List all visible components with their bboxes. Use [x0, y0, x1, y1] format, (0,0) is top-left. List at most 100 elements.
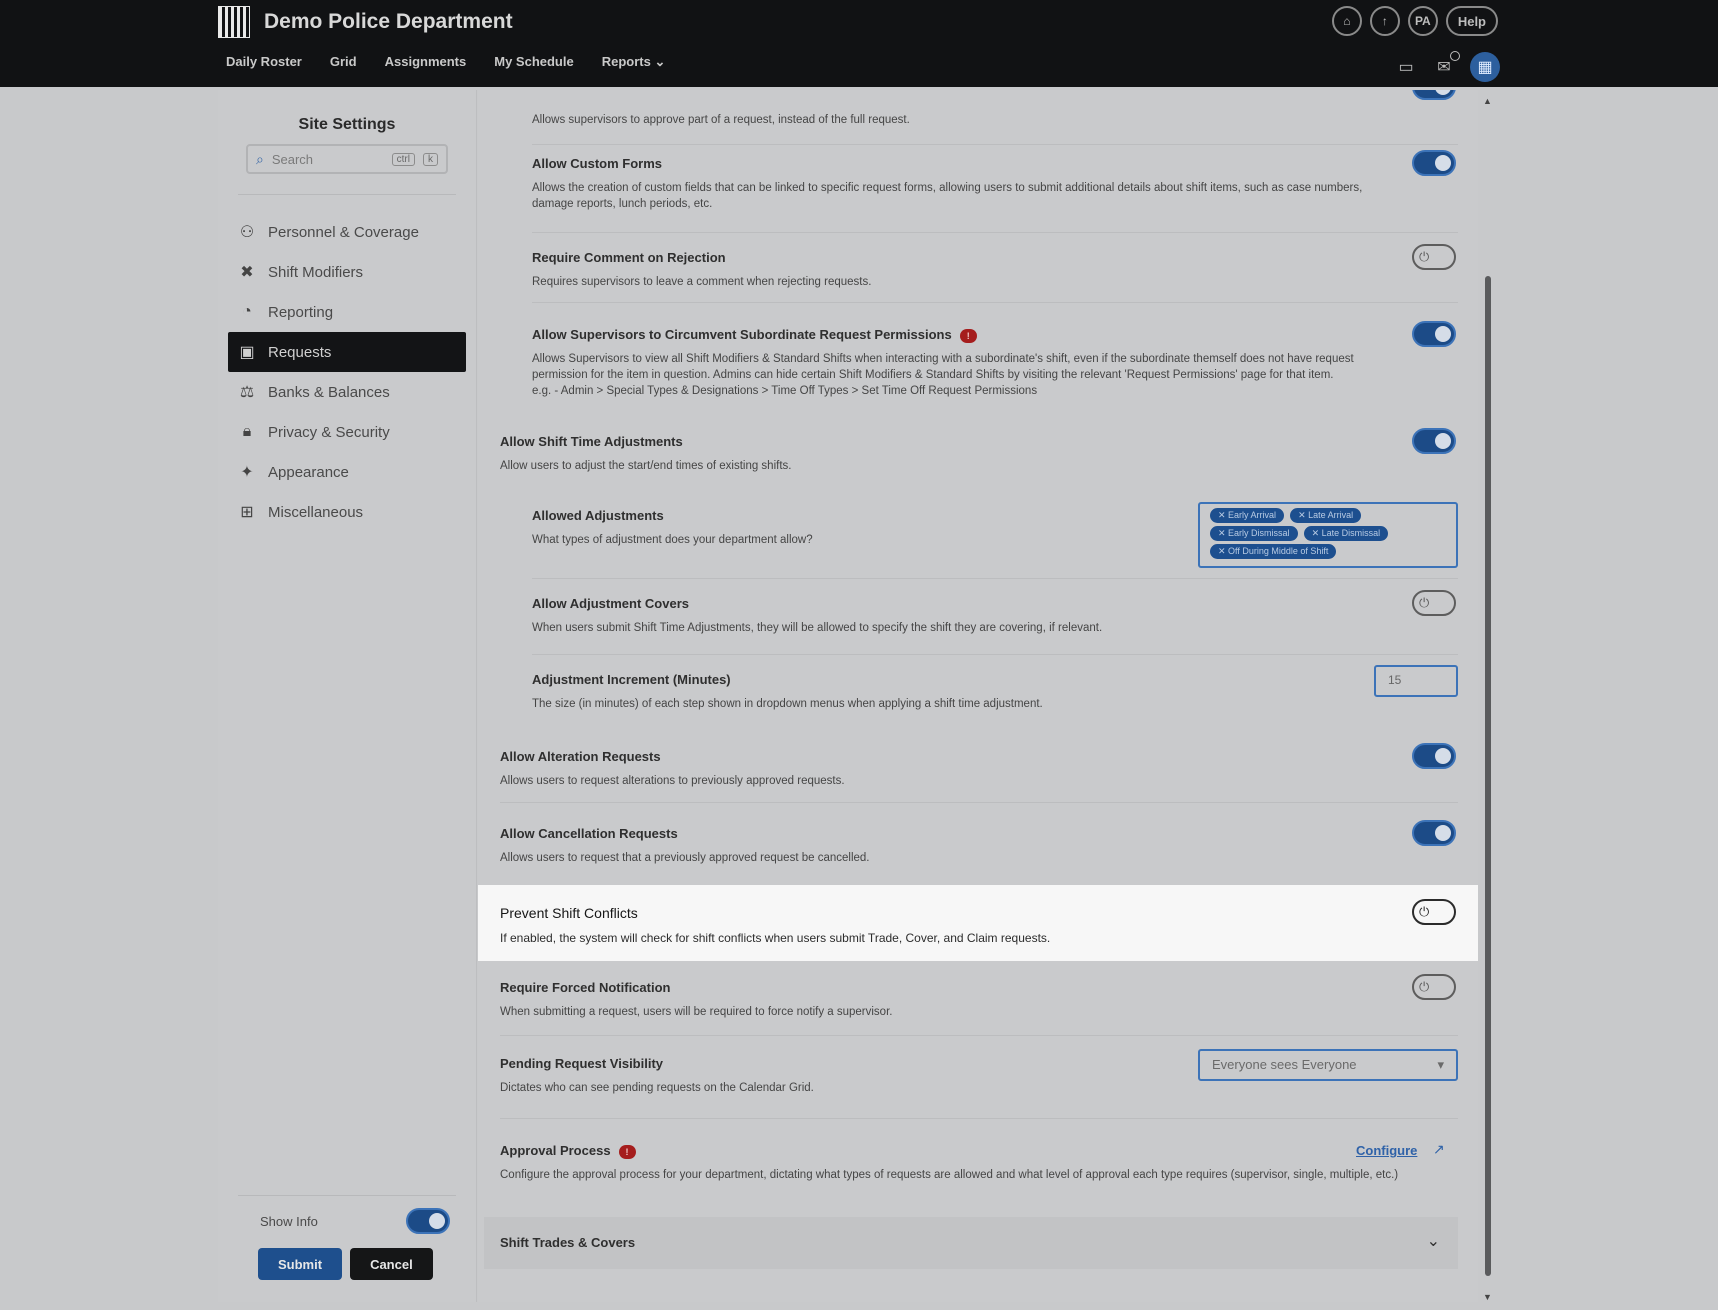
nav-my-schedule[interactable]: My Schedule [494, 54, 573, 70]
sidebar-item-banks[interactable]: ⚖ Banks & Balances [228, 372, 466, 412]
chip-early-arrival[interactable]: ✕ Early Arrival [1210, 508, 1285, 523]
sidebar-item-misc[interactable]: ⊞ Miscellaneous [228, 492, 466, 532]
scroll-down-icon[interactable]: ▼ [1483, 1292, 1492, 1302]
chip-early-dismissal[interactable]: ✕ Early Dismissal [1210, 526, 1298, 541]
pending-visibility-select[interactable]: Everyone sees Everyone ▾ [1198, 1049, 1458, 1081]
show-info-row: Show Info [260, 1208, 450, 1234]
divider [238, 1195, 456, 1196]
separator [500, 1118, 1458, 1119]
setting-desc: If enabled, the system will check for sh… [500, 931, 1051, 945]
nav-reports[interactable]: Reports ⌄ [602, 54, 666, 70]
custom-forms-toggle[interactable] [1412, 150, 1456, 176]
calendar-icon[interactable]: ▭ [1394, 55, 1418, 79]
sidebar-item-label: Requests [268, 343, 332, 361]
setting-desc: The size (in minutes) of each step shown… [532, 698, 1043, 710]
setting-desc: When submitting a request, users will be… [500, 1006, 893, 1018]
setting-title: Allow Supervisors to Circumvent Subordin… [532, 327, 977, 343]
gift-icon[interactable]: ⌂ [1331, 6, 1362, 36]
sidebar-item-label: Personnel & Coverage [268, 223, 419, 241]
nav-assignments[interactable]: Assignments [385, 54, 467, 70]
circumvent-toggle[interactable] [1412, 321, 1456, 347]
select-value: Everyone sees Everyone [1212, 1057, 1357, 1072]
help-button[interactable]: Help [1445, 6, 1498, 36]
shift-time-toggle[interactable] [1412, 428, 1456, 454]
setting-title: Allow Cancellation Requests [500, 826, 678, 841]
setting-prevent-conflicts: Prevent Shift Conflicts If enabled, the … [478, 885, 1478, 961]
lock-icon: 🔒︎ [242, 423, 252, 440]
setting-desc-example: e.g. - Admin > Special Types & Designati… [532, 385, 1038, 397]
chevron-down-icon: ⌄ [1426, 1233, 1440, 1250]
setting-desc: When users submit Shift Time Adjustments… [532, 622, 1103, 634]
configure-link[interactable]: Configure [1356, 1143, 1417, 1158]
chevron-down-icon: ⌄ [654, 54, 666, 69]
sidebar-item-privacy[interactable]: 🔒︎ Privacy & Security [228, 412, 466, 452]
forced-notification-toggle[interactable] [1412, 974, 1456, 1000]
brand[interactable]: Demo Police Department [218, 6, 513, 38]
section-shift-trades[interactable]: Shift Trades & Covers ⌄ [484, 1217, 1458, 1269]
setting-title: Allow Adjustment Covers [532, 596, 689, 611]
pie-chart-icon: ◔ [242, 303, 252, 320]
sidebar-item-label: Appearance [268, 463, 349, 481]
chip-late-arrival[interactable]: ✕ Late Arrival [1290, 508, 1362, 523]
notification-dot [1450, 51, 1460, 61]
chip-late-dismissal[interactable]: ✕ Late Dismissal [1303, 526, 1389, 541]
external-link-icon[interactable]: ↗ [1433, 1141, 1445, 1158]
sidebar-item-requests[interactable]: ▣ Requests [228, 332, 466, 372]
sidebar-item-label: Reporting [268, 303, 334, 321]
logo [218, 6, 250, 38]
alteration-toggle[interactable] [1412, 743, 1456, 769]
setting-title: Prevent Shift Conflicts [500, 905, 638, 921]
sidebar-item-label: Privacy & Security [268, 423, 390, 441]
shortcut-k: k [423, 152, 438, 166]
shapes-icon: ⊞ [240, 504, 254, 521]
scale-icon: ⚖ [239, 384, 255, 401]
sidebar-item-personnel[interactable]: ⚇ Personnel & Coverage [228, 212, 466, 252]
separator [532, 232, 1458, 233]
scrollbar[interactable]: ▲ ▼ [1482, 96, 1494, 1302]
setting-desc: Configure the approval process for your … [500, 1169, 1399, 1181]
search-input[interactable]: ⌕ Search ctrl k [246, 144, 448, 174]
scroll-up-icon[interactable]: ▲ [1483, 96, 1492, 106]
comment-rejection-toggle[interactable] [1412, 244, 1456, 270]
setting-desc: Allow users to adjust the start/end time… [500, 460, 792, 472]
prevent-conflicts-toggle[interactable] [1412, 899, 1456, 925]
increment-input[interactable]: 15 [1374, 665, 1458, 697]
chip-off-middle[interactable]: ✕ Off During Middle of Shift [1210, 544, 1337, 559]
inbox-icon: ▣ [239, 344, 255, 361]
cancellation-toggle[interactable] [1412, 820, 1456, 846]
tools-icon: ✖ [240, 264, 254, 281]
sidebar-item-reporting[interactable]: ◔ Reporting [228, 292, 466, 332]
sidebar-item-shift-modifiers[interactable]: ✖ Shift Modifiers [228, 252, 466, 292]
caret-down-icon: ▾ [1437, 1057, 1444, 1072]
upload-arrow-icon[interactable]: ↑ [1369, 6, 1400, 36]
submit-button[interactable]: Submit [258, 1248, 343, 1280]
setting-title: Pending Request Visibility [500, 1056, 664, 1071]
scrollbar-thumb[interactable] [1485, 276, 1491, 1276]
adjustments-multiselect[interactable]: ✕ Early Arrival ✕ Late Arrival ✕ Early D… [1198, 502, 1458, 568]
setting-desc: Allows Supervisors to view all Shift Mod… [532, 353, 1354, 381]
top-bar: Demo Police Department ⌂ ↑ PA Help Daily… [0, 0, 1718, 87]
shortcut-ctrl: ctrl [391, 152, 415, 166]
avatar[interactable]: PA [1407, 6, 1438, 36]
setting-desc: Allows the creation of custom fields tha… [532, 182, 1363, 210]
adjustment-covers-toggle[interactable] [1412, 590, 1456, 616]
setting-toggle[interactable] [1412, 90, 1456, 100]
sidebar-list: ⚇ Personnel & Coverage ✖ Shift Modifiers ◔… [228, 212, 466, 532]
setting-title: Allow Shift Time Adjustments [500, 434, 683, 449]
setting-desc: Allows users to request that a previousl… [500, 852, 870, 864]
section-title: Shift Trades & Covers [500, 1235, 636, 1250]
nav-daily-roster[interactable]: Daily Roster [226, 54, 302, 70]
settings-sidebar: Site Settings ⌕ Search ctrl k ⚇ Personnel… [218, 90, 477, 1302]
nav-grid[interactable]: Grid [330, 54, 357, 70]
people-icon: ⚇ [239, 224, 255, 241]
separator [532, 654, 1458, 655]
setting-desc: What types of adjustment does your depar… [532, 534, 813, 546]
setting-title-text: Allow Supervisors to Circumvent Subordin… [532, 327, 952, 342]
setting-desc: Allows supervisors to approve part of a … [532, 114, 910, 126]
sidebar-item-appearance[interactable]: ✦ Appearance [228, 452, 466, 492]
separator [532, 302, 1458, 303]
show-info-toggle[interactable] [406, 1208, 450, 1234]
inbox-icon[interactable]: ✉ [1432, 51, 1460, 79]
cancel-button[interactable]: Cancel [350, 1248, 433, 1280]
building-icon[interactable]: ▦ [1470, 52, 1500, 82]
